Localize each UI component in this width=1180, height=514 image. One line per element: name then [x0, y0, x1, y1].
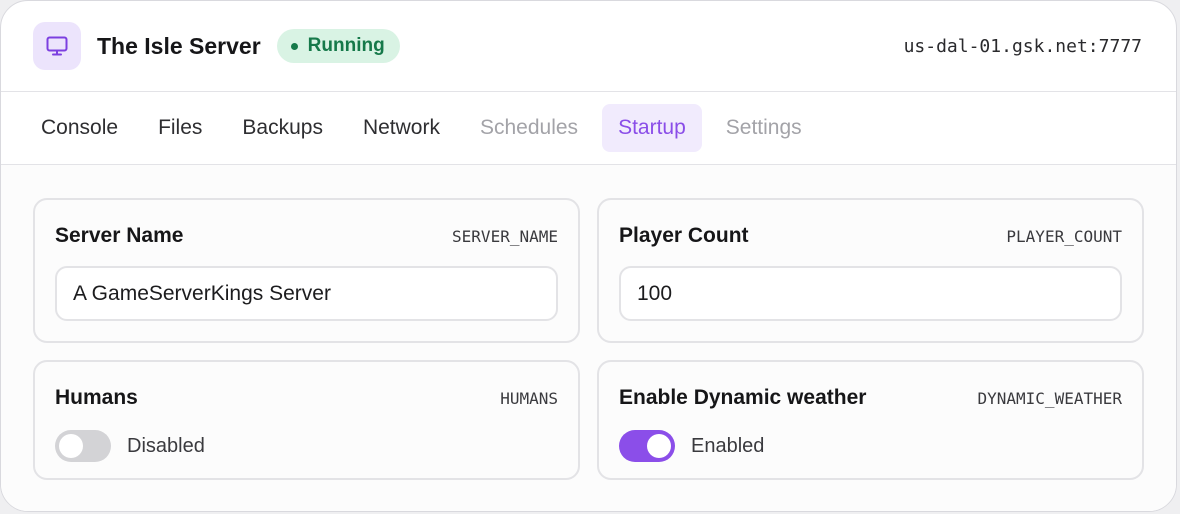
tab-files[interactable]: Files [138, 104, 222, 152]
status-badge: Running [276, 29, 400, 63]
tab-network[interactable]: Network [343, 104, 460, 152]
server-header: The Isle Server Running us-dal-01.gsk.ne… [1, 1, 1176, 92]
status-dot-icon [290, 42, 298, 50]
startup-variables: Server Name SERVER_NAME A GameServerKing… [1, 165, 1176, 511]
server-title: The Isle Server [97, 32, 261, 59]
variable-label: Server Name [55, 224, 184, 247]
toggle-knob [59, 434, 83, 458]
variable-label: Enable Dynamic weather [619, 386, 867, 409]
toggle-knob [647, 434, 671, 458]
toggle-state-text: Disabled [127, 434, 205, 457]
variable-card-humans: Humans HUMANS Disabled [33, 360, 580, 480]
variable-label: Humans [55, 386, 138, 409]
server-panel: The Isle Server Running us-dal-01.gsk.ne… [0, 0, 1177, 512]
player-count-input[interactable]: 100 [619, 266, 1122, 321]
server-address[interactable]: us-dal-01.gsk.net:7777 [904, 36, 1142, 57]
tab-backups[interactable]: Backups [222, 104, 343, 152]
tab-schedules: Schedules [479, 116, 579, 139]
variable-label: Player Count [619, 224, 749, 247]
variable-key: PLAYER_COUNT [1006, 226, 1122, 246]
toggle-state-text: Enabled [691, 434, 765, 457]
tab-console[interactable]: Console [21, 104, 138, 152]
dynamic-weather-toggle[interactable] [619, 430, 675, 462]
tab-startup[interactable]: Startup [602, 104, 702, 152]
variable-key: HUMANS [500, 388, 558, 408]
variable-card-dynamic-weather: Enable Dynamic weather DYNAMIC_WEATHER E… [597, 360, 1144, 480]
tab-bar: Console Files Backups Network Schedules … [1, 92, 1176, 165]
variable-key: DYNAMIC_WEATHER [977, 388, 1123, 408]
status-text: Running [307, 35, 385, 56]
monitor-icon [33, 22, 81, 70]
humans-toggle[interactable] [55, 430, 111, 462]
server-name-input[interactable]: A GameServerKings Server [55, 266, 558, 321]
variable-key: SERVER_NAME [452, 226, 558, 246]
tab-settings: Settings [725, 116, 802, 139]
variable-card-player-count: Player Count PLAYER_COUNT 100 [597, 198, 1144, 343]
variable-card-server-name: Server Name SERVER_NAME A GameServerKing… [33, 198, 580, 343]
